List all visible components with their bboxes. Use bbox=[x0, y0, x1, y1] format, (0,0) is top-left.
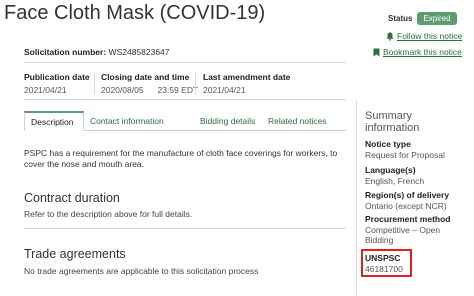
closing-date-day: 2020/08/05 bbox=[101, 85, 144, 95]
status-label: Status bbox=[388, 14, 413, 23]
bookmark-notice-label: Bookmark this notice bbox=[383, 47, 462, 57]
closing-date-label: Closing date and time bbox=[101, 72, 190, 82]
summary-notice-type: Notice type Request for Proposal bbox=[365, 139, 465, 160]
summary-value: Ontario (except NCR) bbox=[365, 200, 447, 211]
trade-agreements-text: No trade agreements are applicable to th… bbox=[24, 266, 259, 276]
trade-agreements-heading: Trade agreements bbox=[24, 247, 126, 261]
amendment-date: Last amendment date 2021/04/21 bbox=[203, 72, 290, 95]
solicitation-label: Solicitation number: bbox=[24, 47, 107, 57]
summary-procurement-method: Procurement method Competitive – Open Bi… bbox=[365, 214, 465, 246]
publication-date: Publication date 2021/04/21 bbox=[24, 72, 90, 95]
status-badge: Expired bbox=[417, 12, 457, 25]
solicitation-value: WS2485823647 bbox=[108, 47, 170, 57]
tab-related-notices[interactable]: Related notices bbox=[262, 111, 333, 131]
status-area: Status Expired bbox=[388, 12, 457, 25]
summary-languages: Language(s) English, French bbox=[365, 165, 465, 186]
summary-heading: Summary information bbox=[365, 110, 420, 134]
divider bbox=[24, 99, 346, 100]
bell-icon bbox=[386, 32, 394, 41]
closing-date: Closing date and time 2020/08/05 23:59 ED… bbox=[101, 72, 198, 95]
follow-notice-label: Follow this notice bbox=[397, 31, 463, 41]
follow-notice-link[interactable]: Follow this notice bbox=[386, 31, 462, 41]
bookmark-notice-link[interactable]: Bookmark this notice bbox=[373, 47, 462, 57]
bookmark-icon bbox=[373, 48, 380, 57]
contract-duration-heading: Contract duration bbox=[24, 191, 120, 205]
solicitation-number: Solicitation number: WS2485823647 bbox=[24, 47, 170, 57]
divider bbox=[94, 72, 95, 94]
amendment-date-label: Last amendment date bbox=[203, 72, 291, 82]
contract-duration-text: Refer to the description above for full … bbox=[24, 209, 193, 219]
publication-date-value: 2021/04/21 bbox=[24, 85, 67, 95]
publication-date-label: Publication date bbox=[24, 72, 90, 82]
divider bbox=[24, 228, 346, 229]
tab-contact-information[interactable]: Contact information bbox=[84, 111, 170, 131]
tab-bidding-details[interactable]: Bidding details bbox=[194, 111, 261, 131]
closing-time: 23:59 EDT bbox=[157, 85, 199, 95]
summary-label: Procurement method bbox=[365, 214, 451, 224]
notice-tabs: Description Contact information Bidding … bbox=[24, 111, 346, 131]
page-title: Face Cloth Mask (COVID-19) bbox=[4, 2, 266, 24]
summary-region: Region(s) of delivery Ontario (except NC… bbox=[365, 190, 465, 211]
divider bbox=[195, 72, 196, 94]
summary-label: Language(s) bbox=[365, 165, 416, 175]
summary-value: Request for Proposal bbox=[365, 149, 445, 160]
summary-value: Competitive – Open Bidding bbox=[365, 224, 441, 246]
sidebar-divider bbox=[356, 100, 357, 296]
unspsc-highlight-box bbox=[361, 249, 412, 277]
summary-label: Region(s) of delivery bbox=[365, 190, 450, 200]
amendment-date-value: 2021/04/21 bbox=[203, 85, 246, 95]
description-text: PSPC has a requirement for the manufactu… bbox=[24, 148, 338, 169]
divider bbox=[24, 62, 346, 63]
tab-description[interactable]: Description bbox=[24, 111, 84, 131]
summary-value: English, French bbox=[365, 175, 425, 186]
closing-date-value: 2020/08/05 23:59 EDT bbox=[101, 85, 198, 95]
summary-label: Notice type bbox=[365, 139, 411, 149]
